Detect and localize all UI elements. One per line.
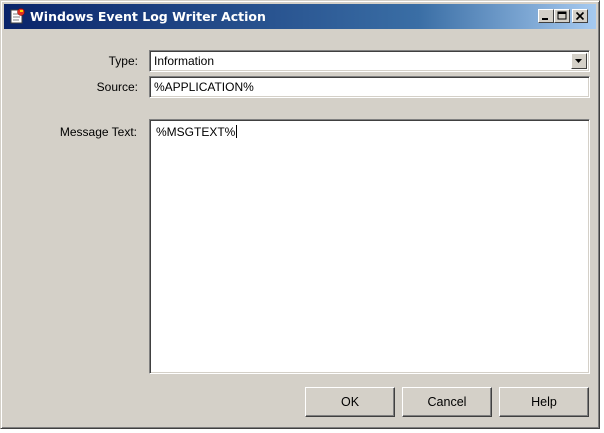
type-value: Information [154,54,215,68]
minimize-icon [542,18,548,20]
message-value: %MSGTEXT% [156,125,238,139]
minimize-button[interactable] [538,9,554,23]
help-button[interactable]: Help [499,387,589,417]
maximize-button[interactable] [554,9,570,23]
message-textarea[interactable]: %MSGTEXT% [149,119,590,374]
event-log-app-icon [10,8,26,24]
type-dropdown[interactable]: Information [149,50,590,72]
source-value: %APPLICATION% [154,80,254,94]
type-label: Type: [108,54,138,68]
close-icon [575,11,585,21]
message-text-label: Message Text: [59,125,137,139]
window-title: Windows Event Log Writer Action [30,9,266,24]
cancel-button[interactable]: Cancel [402,387,492,417]
dropdown-arrow-button[interactable] [571,53,587,69]
maximize-icon [557,11,567,20]
ok-button[interactable]: OK [305,387,395,417]
dialog-window: Windows Event Log Writer Action Type: In… [0,0,600,429]
source-label: Source: [96,80,138,94]
title-bar[interactable]: Windows Event Log Writer Action [4,4,596,29]
text-caret [236,125,238,138]
close-button[interactable] [572,9,588,23]
chevron-down-icon [575,59,582,63]
source-input[interactable]: %APPLICATION% [149,76,590,98]
